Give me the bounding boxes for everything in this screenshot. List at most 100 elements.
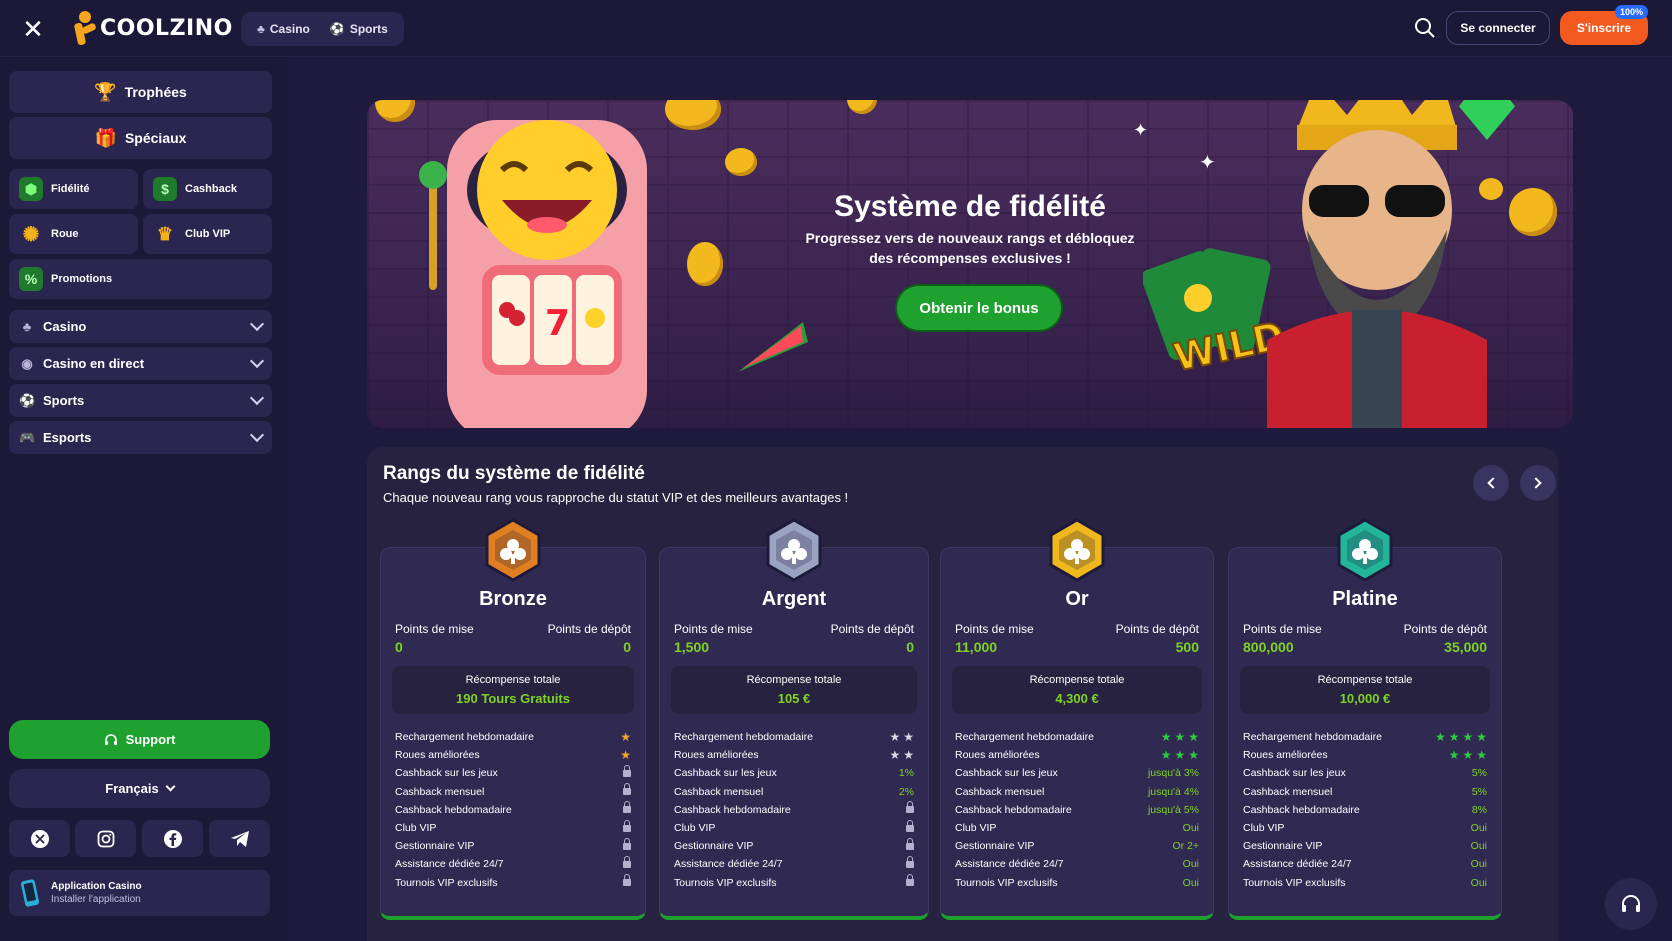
feature-label: Rechargement hebdomadaire — [1243, 731, 1382, 743]
feature-label: Cashback sur les jeux — [395, 767, 498, 780]
king-character-illustration — [1267, 100, 1487, 428]
chevron-left-icon — [1487, 477, 1499, 489]
app-title: Application Casino — [51, 881, 142, 892]
sidebar-item-specials[interactable]: 🎁 Spéciaux — [9, 117, 272, 159]
sidebar-item-label: Spéciaux — [124, 130, 187, 146]
watermelon-icon — [738, 322, 808, 372]
trophy-icon: 🏆 — [94, 81, 117, 102]
lock-icon — [623, 764, 631, 778]
deposit-points-value: 500 — [1175, 639, 1199, 655]
headset-icon — [1622, 895, 1640, 912]
rating-stars: ★ ★ — [889, 749, 914, 761]
feature-row: Cashback hebdomadaire 8% — [1243, 801, 1487, 819]
feature-label: Club VIP — [1243, 822, 1285, 834]
social-telegram-button[interactable] — [209, 820, 270, 857]
feature-value: Oui — [1470, 840, 1487, 853]
close-icon[interactable]: ✕ — [20, 16, 46, 42]
facebook-icon — [163, 829, 182, 848]
feature-row: Cashback sur les jeux — [395, 764, 631, 782]
language-select[interactable]: Français — [9, 769, 270, 808]
tab-sports[interactable]: ⚽ Sports — [322, 16, 396, 42]
feature-row: Gestionnaire VIP — [674, 837, 914, 855]
support-button[interactable]: Support — [9, 720, 270, 759]
instagram-icon — [97, 830, 114, 847]
get-bonus-button[interactable]: Obtenir le bonus — [897, 286, 1061, 330]
sidebar-item-trophies[interactable]: 🏆 Trophées — [9, 71, 272, 113]
feature-label: Club VIP — [955, 822, 997, 834]
feature-value: Oui — [1182, 822, 1199, 834]
sidebar: 🏆 Trophées 🎁 Spéciaux ⬢ Fidélité $ Cashb… — [0, 57, 288, 941]
chevron-right-icon — [1530, 477, 1542, 489]
rank-name: Platine — [1332, 588, 1398, 610]
accordion-label: Casino en direct — [43, 356, 145, 371]
feature-value: Oui — [1182, 876, 1199, 889]
accordion-casino[interactable]: ♣ Casino — [9, 310, 272, 343]
feature-row: Club VIP — [674, 819, 914, 837]
accordion-label: Sports — [43, 393, 85, 408]
rank-medal-icon — [1337, 518, 1393, 582]
sidebar-item-vip-club[interactable]: ♛ Club VIP — [143, 214, 272, 254]
star-icon: ★ — [1462, 730, 1474, 744]
tab-casino[interactable]: ♣ Casino — [249, 16, 318, 42]
rating-stars: ★ — [620, 731, 631, 743]
feature-label: Assistance dédiée 24/7 — [1243, 858, 1352, 871]
star-icon: ★ — [1174, 748, 1186, 763]
feature-value: 5% — [1471, 785, 1487, 798]
social-facebook-button[interactable] — [142, 820, 203, 857]
feature-row: Gestionnaire VIP — [395, 837, 631, 855]
rank-name: Argent — [761, 588, 827, 610]
feature-label: Cashback mensuel — [395, 785, 485, 798]
lock-icon — [623, 874, 631, 887]
wheel-icon: ✺ — [22, 223, 40, 246]
chevron-down-icon — [249, 427, 265, 443]
star-icon: ★ — [1160, 748, 1172, 763]
loyalty-gem-icon: ⬢ — [19, 177, 43, 201]
feature-value: Oui — [1470, 822, 1487, 834]
login-button[interactable]: Se connecter — [1446, 11, 1550, 45]
accordion-esports[interactable]: 🎮 Esports — [9, 421, 272, 454]
carousel-prev-button[interactable] — [1473, 465, 1509, 501]
search-icon[interactable] — [1414, 17, 1436, 39]
chevron-down-icon — [165, 781, 176, 792]
gift-icon: 🎁 — [94, 127, 117, 148]
feature-label: Assistance dédiée 24/7 — [395, 858, 504, 871]
carousel-next-button[interactable] — [1520, 465, 1556, 501]
lock-icon — [906, 855, 914, 869]
logo[interactable]: COOLZINO — [72, 10, 233, 46]
star-icon: ★ — [1174, 730, 1186, 744]
feature-label: Club VIP — [395, 822, 437, 834]
casino-icon: ♣ — [22, 319, 32, 334]
deposit-points-label: Points de dépôt — [547, 622, 631, 636]
coin-icon — [1479, 178, 1503, 200]
accordion-sports[interactable]: ⚽ Sports — [9, 384, 272, 417]
total-reward-box: Récompense totale 10,000 € — [1240, 666, 1490, 714]
sidebar-item-loyalty[interactable]: ⬢ Fidélité — [9, 169, 138, 209]
feature-label: Gestionnaire VIP — [395, 840, 475, 853]
deposit-points-value: 0 — [623, 639, 631, 655]
sidebar-item-label: Promotions — [51, 273, 113, 285]
feature-label: Tournois VIP exclusifs — [1243, 876, 1346, 889]
feature-label: Cashback hebdomadaire — [674, 803, 791, 816]
total-reward-box: Récompense totale 105 € — [671, 666, 917, 714]
feature-row: Club VIP — [395, 819, 631, 837]
soccer-ball-icon: ⚽ — [19, 392, 36, 408]
feature-row: Club VIP Oui — [955, 819, 1199, 837]
feature-value: jusqu'à 4% — [1147, 785, 1199, 798]
section-subtitle: Chaque nouveau rang vous rapproche du st… — [383, 490, 849, 505]
live-casino-icon: ◉ — [21, 355, 33, 371]
star-icon: ★ — [1476, 748, 1487, 763]
feature-row: Rechargement hebdomadaire ★ ★ ★ ★ — [1243, 728, 1487, 746]
social-x-button[interactable] — [9, 820, 70, 857]
sidebar-item-cashback[interactable]: $ Cashback — [143, 169, 272, 209]
sidebar-item-promotions[interactable]: % Promotions — [9, 259, 272, 299]
loyalty-banner: 7 Système de fidélité Progressez vers de… — [367, 100, 1573, 428]
app-install-banner[interactable]: Application Casino Installer l'applicati… — [9, 870, 270, 916]
social-instagram-button[interactable] — [75, 820, 136, 857]
live-chat-button[interactable] — [1605, 878, 1657, 930]
accordion-live-casino[interactable]: ◉ Casino en direct — [9, 347, 272, 380]
sidebar-item-wheel[interactable]: ✺ Roue — [9, 214, 138, 254]
sidebar-item-label: Club VIP — [185, 228, 231, 240]
feature-label: Rechargement hebdomadaire — [674, 731, 813, 743]
register-bonus-badge: 100% — [1615, 5, 1649, 19]
app-subtitle: Installer l'application — [51, 894, 141, 905]
